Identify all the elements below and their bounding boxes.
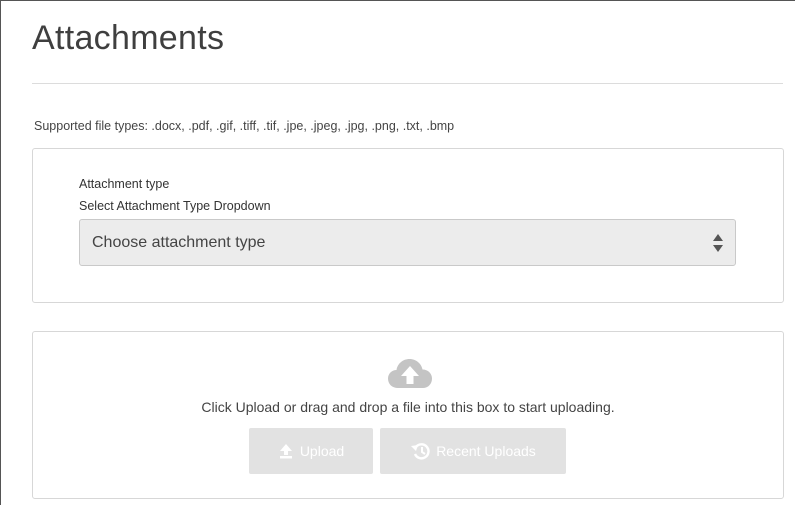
page-title: Attachments	[32, 19, 225, 57]
supported-file-types: Supported file types: .docx, .pdf, .gif,…	[34, 119, 455, 133]
upload-button-label: Upload	[299, 443, 345, 459]
attachment-type-sublabel: Select Attachment Type Dropdown	[79, 199, 271, 213]
upload-instructions: Click Upload or drag and drop a file int…	[201, 399, 615, 415]
recent-uploads-label: Recent Uploads	[436, 443, 536, 459]
history-icon	[411, 443, 430, 460]
upload-arrow-icon	[279, 444, 292, 459]
upload-drop-zone[interactable]: Click Upload or drag and drop a file int…	[32, 331, 784, 499]
attachment-type-panel: Attachment type Select Attachment Type D…	[32, 148, 784, 303]
recent-uploads-button[interactable]: Recent Uploads	[380, 428, 566, 474]
up-down-caret-icon	[713, 234, 723, 252]
attachment-type-selected: Choose attachment type	[92, 234, 266, 251]
upload-button[interactable]: Upload	[249, 428, 373, 474]
title-divider	[32, 83, 783, 84]
attachments-page: Attachments Supported file types: .docx,…	[0, 0, 795, 505]
attachment-type-dropdown[interactable]: Choose attachment type	[79, 219, 736, 266]
cloud-upload-icon	[388, 359, 432, 388]
attachment-type-label: Attachment type	[79, 177, 170, 191]
